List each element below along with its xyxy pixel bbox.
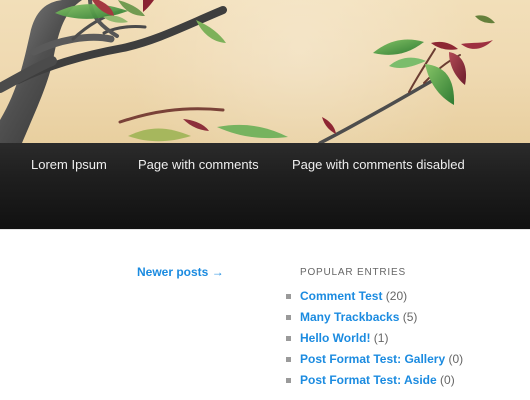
popular-entry-link[interactable]: Post Format Test: Aside [300,373,437,387]
nav-item-page-with-comments-disabled[interactable]: Page with comments disabled [292,157,465,173]
entry-count: (0) [440,373,455,387]
square-bullet-icon [286,336,291,341]
entry-count: (20) [385,289,408,303]
nav-item-page-with-comments[interactable]: Page with comments [138,157,259,173]
bonsai-branch-illustration [0,0,495,143]
square-bullet-icon [286,294,291,299]
header-image[interactable] [0,0,530,143]
entry-count: (5) [402,310,418,324]
list-item: Hello World! (1) [286,330,530,351]
popular-entry-link[interactable]: Hello World! [300,331,370,345]
square-bullet-icon [286,378,291,383]
nav-item-lorem-ipsum[interactable]: Lorem Ipsum [31,157,107,173]
popular-entries-title: Popular Entries [300,267,406,278]
popular-entry-link[interactable]: Post Format Test: Gallery [300,352,445,366]
site-page: Lorem Ipsum Page with comments Page with… [0,0,530,400]
list-item: Post Format Test: Gallery (0) [286,351,530,372]
newer-posts-link[interactable]: Newer posts → [137,265,224,279]
square-bullet-icon [286,315,291,320]
popular-entries-list: Comment Test (20) Many Trackbacks (5) He… [286,288,530,393]
popular-entry-link[interactable]: Comment Test [300,289,382,303]
entry-count: (1) [373,331,389,345]
entry-count: (0) [448,352,464,366]
square-bullet-icon [286,357,291,362]
list-item: Comment Test (20) [286,288,530,309]
list-item: Post Format Test: Aside (0) [286,372,530,393]
popular-entry-link[interactable]: Many Trackbacks [300,310,399,324]
list-item: Many Trackbacks (5) [286,309,530,330]
primary-navigation: Lorem Ipsum Page with comments Page with… [0,143,530,230]
